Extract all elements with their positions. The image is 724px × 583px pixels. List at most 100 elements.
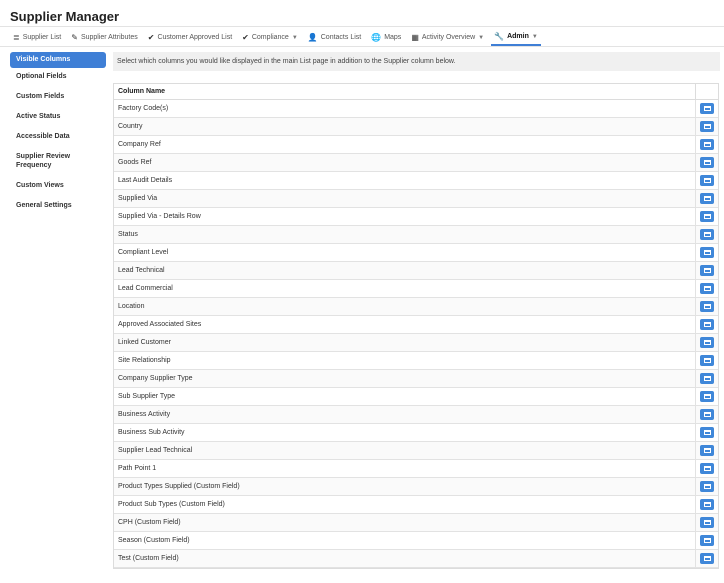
toggle-column-button[interactable] [700, 229, 714, 240]
action-cell [696, 244, 718, 261]
toggle-column-button[interactable] [700, 247, 714, 258]
column-name-cell: Approved Associated Sites [114, 316, 696, 333]
action-cell [696, 334, 718, 351]
checkbox-icon [703, 286, 711, 291]
toggle-column-button[interactable] [700, 463, 714, 474]
table-row: Supplier Lead Technical [114, 442, 718, 460]
toggle-column-button[interactable] [700, 553, 714, 564]
toggle-column-button[interactable] [700, 391, 714, 402]
checkbox-icon [703, 304, 711, 309]
toggle-column-button[interactable] [700, 427, 714, 438]
nav-item-admin[interactable]: 🔧 Admin ▼ [491, 29, 541, 46]
table-row: Lead Commercial [114, 280, 718, 298]
checkbox-icon [703, 484, 711, 489]
nav-item-supplier-list[interactable]: ≣ Supplier List [10, 29, 64, 46]
toggle-column-button[interactable] [700, 355, 714, 366]
nav-item-label: Supplier List [22, 34, 62, 41]
checkbox-icon [703, 448, 711, 453]
sidebar-item-accessible-data[interactable]: Accessible Data [10, 132, 106, 141]
column-name-cell: CPH (Custom Field) [114, 514, 696, 531]
toggle-column-button[interactable] [700, 535, 714, 546]
toggle-column-button[interactable] [700, 139, 714, 150]
table-row: Product Types Supplied (Custom Field) [114, 478, 718, 496]
checkbox-icon [703, 214, 711, 219]
sidebar-item-active-status[interactable]: Active Status [10, 112, 106, 121]
nav-item-maps[interactable]: 🌐 Maps [368, 29, 404, 46]
checkbox-icon [703, 340, 711, 345]
table-row: Goods Ref [114, 154, 718, 172]
toggle-column-button[interactable] [700, 103, 714, 114]
toggle-column-button[interactable] [700, 319, 714, 330]
toggle-column-button[interactable] [700, 157, 714, 168]
action-cell [696, 190, 718, 207]
toggle-column-button[interactable] [700, 373, 714, 384]
action-cell [696, 172, 718, 189]
checkbox-icon [703, 196, 711, 201]
action-cell [696, 370, 718, 387]
toggle-column-button[interactable] [700, 265, 714, 276]
table-row: Compliant Level [114, 244, 718, 262]
table-row: CPH (Custom Field) [114, 514, 718, 532]
sidebar-item-custom-fields[interactable]: Custom Fields [10, 92, 106, 101]
toggle-column-button[interactable] [700, 409, 714, 420]
nav-item-contacts-list[interactable]: 👤 Contacts List [305, 29, 364, 46]
checkbox-icon [703, 520, 711, 525]
action-cell [696, 514, 718, 531]
table-row: Season (Custom Field) [114, 532, 718, 550]
sidebar-item-optional-fields[interactable]: Optional Fields [10, 72, 106, 81]
toggle-column-button[interactable] [700, 481, 714, 492]
checkbox-icon [703, 232, 711, 237]
toggle-column-button[interactable] [700, 211, 714, 222]
nav-item-activity-overview[interactable]: ▦ Activity Overview ▼ [408, 29, 487, 46]
edit-icon: ✎ [71, 32, 78, 42]
checkbox-icon [703, 178, 711, 183]
checkbox-icon [703, 376, 711, 381]
nav-item-label: Supplier Attributes [80, 34, 138, 41]
nav-item-compliance[interactable]: ✔ Compliance ▼ [239, 29, 301, 46]
toggle-column-button[interactable] [700, 517, 714, 528]
checkbox-icon [703, 106, 711, 111]
sidebar-item-visible-columns[interactable]: Visible Columns [10, 52, 106, 68]
table-row: Company Supplier Type [114, 370, 718, 388]
nav-item-label: Customer Approved List [157, 34, 233, 41]
toggle-column-button[interactable] [700, 283, 714, 294]
toggle-column-button[interactable] [700, 445, 714, 456]
nav-item-supplier-attributes[interactable]: ✎ Supplier Attributes [68, 29, 141, 46]
toggle-column-button[interactable] [700, 499, 714, 510]
checkbox-icon [703, 322, 711, 327]
toggle-column-button[interactable] [700, 337, 714, 348]
table-row: Sub Supplier Type [114, 388, 718, 406]
table-row: Test (Custom Field) [114, 550, 718, 568]
column-name-cell: Product Types Supplied (Custom Field) [114, 478, 696, 495]
action-cell [696, 100, 718, 117]
nav-item-customer-approved-list[interactable]: ✔ Customer Approved List [145, 29, 235, 46]
action-cell [696, 316, 718, 333]
action-cell [696, 388, 718, 405]
visible-columns-table: Column Name Factory Code(s) Country Compan… [113, 83, 719, 569]
checkbox-icon [703, 250, 711, 255]
toggle-column-button[interactable] [700, 193, 714, 204]
nav-divider [0, 46, 724, 47]
action-cell [696, 406, 718, 423]
action-cell [696, 136, 718, 153]
sidebar-item-custom-views[interactable]: Custom Views [10, 181, 106, 190]
checkbox-icon [703, 538, 711, 543]
column-name-cell: Business Sub Activity [114, 424, 696, 441]
toggle-column-button[interactable] [700, 121, 714, 132]
action-header [696, 84, 718, 99]
table-row: Site Relationship [114, 352, 718, 370]
table-row: Supplied Via - Details Row [114, 208, 718, 226]
table-row: Factory Code(s) [114, 100, 718, 118]
checkbox-icon [703, 142, 711, 147]
toggle-column-button[interactable] [700, 175, 714, 186]
column-name-cell: Compliant Level [114, 244, 696, 261]
column-name-cell: Lead Commercial [114, 280, 696, 297]
checkbox-icon [703, 358, 711, 363]
app-title: Supplier Manager [10, 9, 120, 24]
action-cell [696, 298, 718, 315]
sidebar-item-general-settings[interactable]: General Settings [10, 201, 106, 210]
sidebar-item-supplier-review-frequency[interactable]: Supplier Review Frequency [10, 152, 106, 170]
toggle-column-button[interactable] [700, 301, 714, 312]
title-divider [0, 26, 724, 27]
table-row: Company Ref [114, 136, 718, 154]
